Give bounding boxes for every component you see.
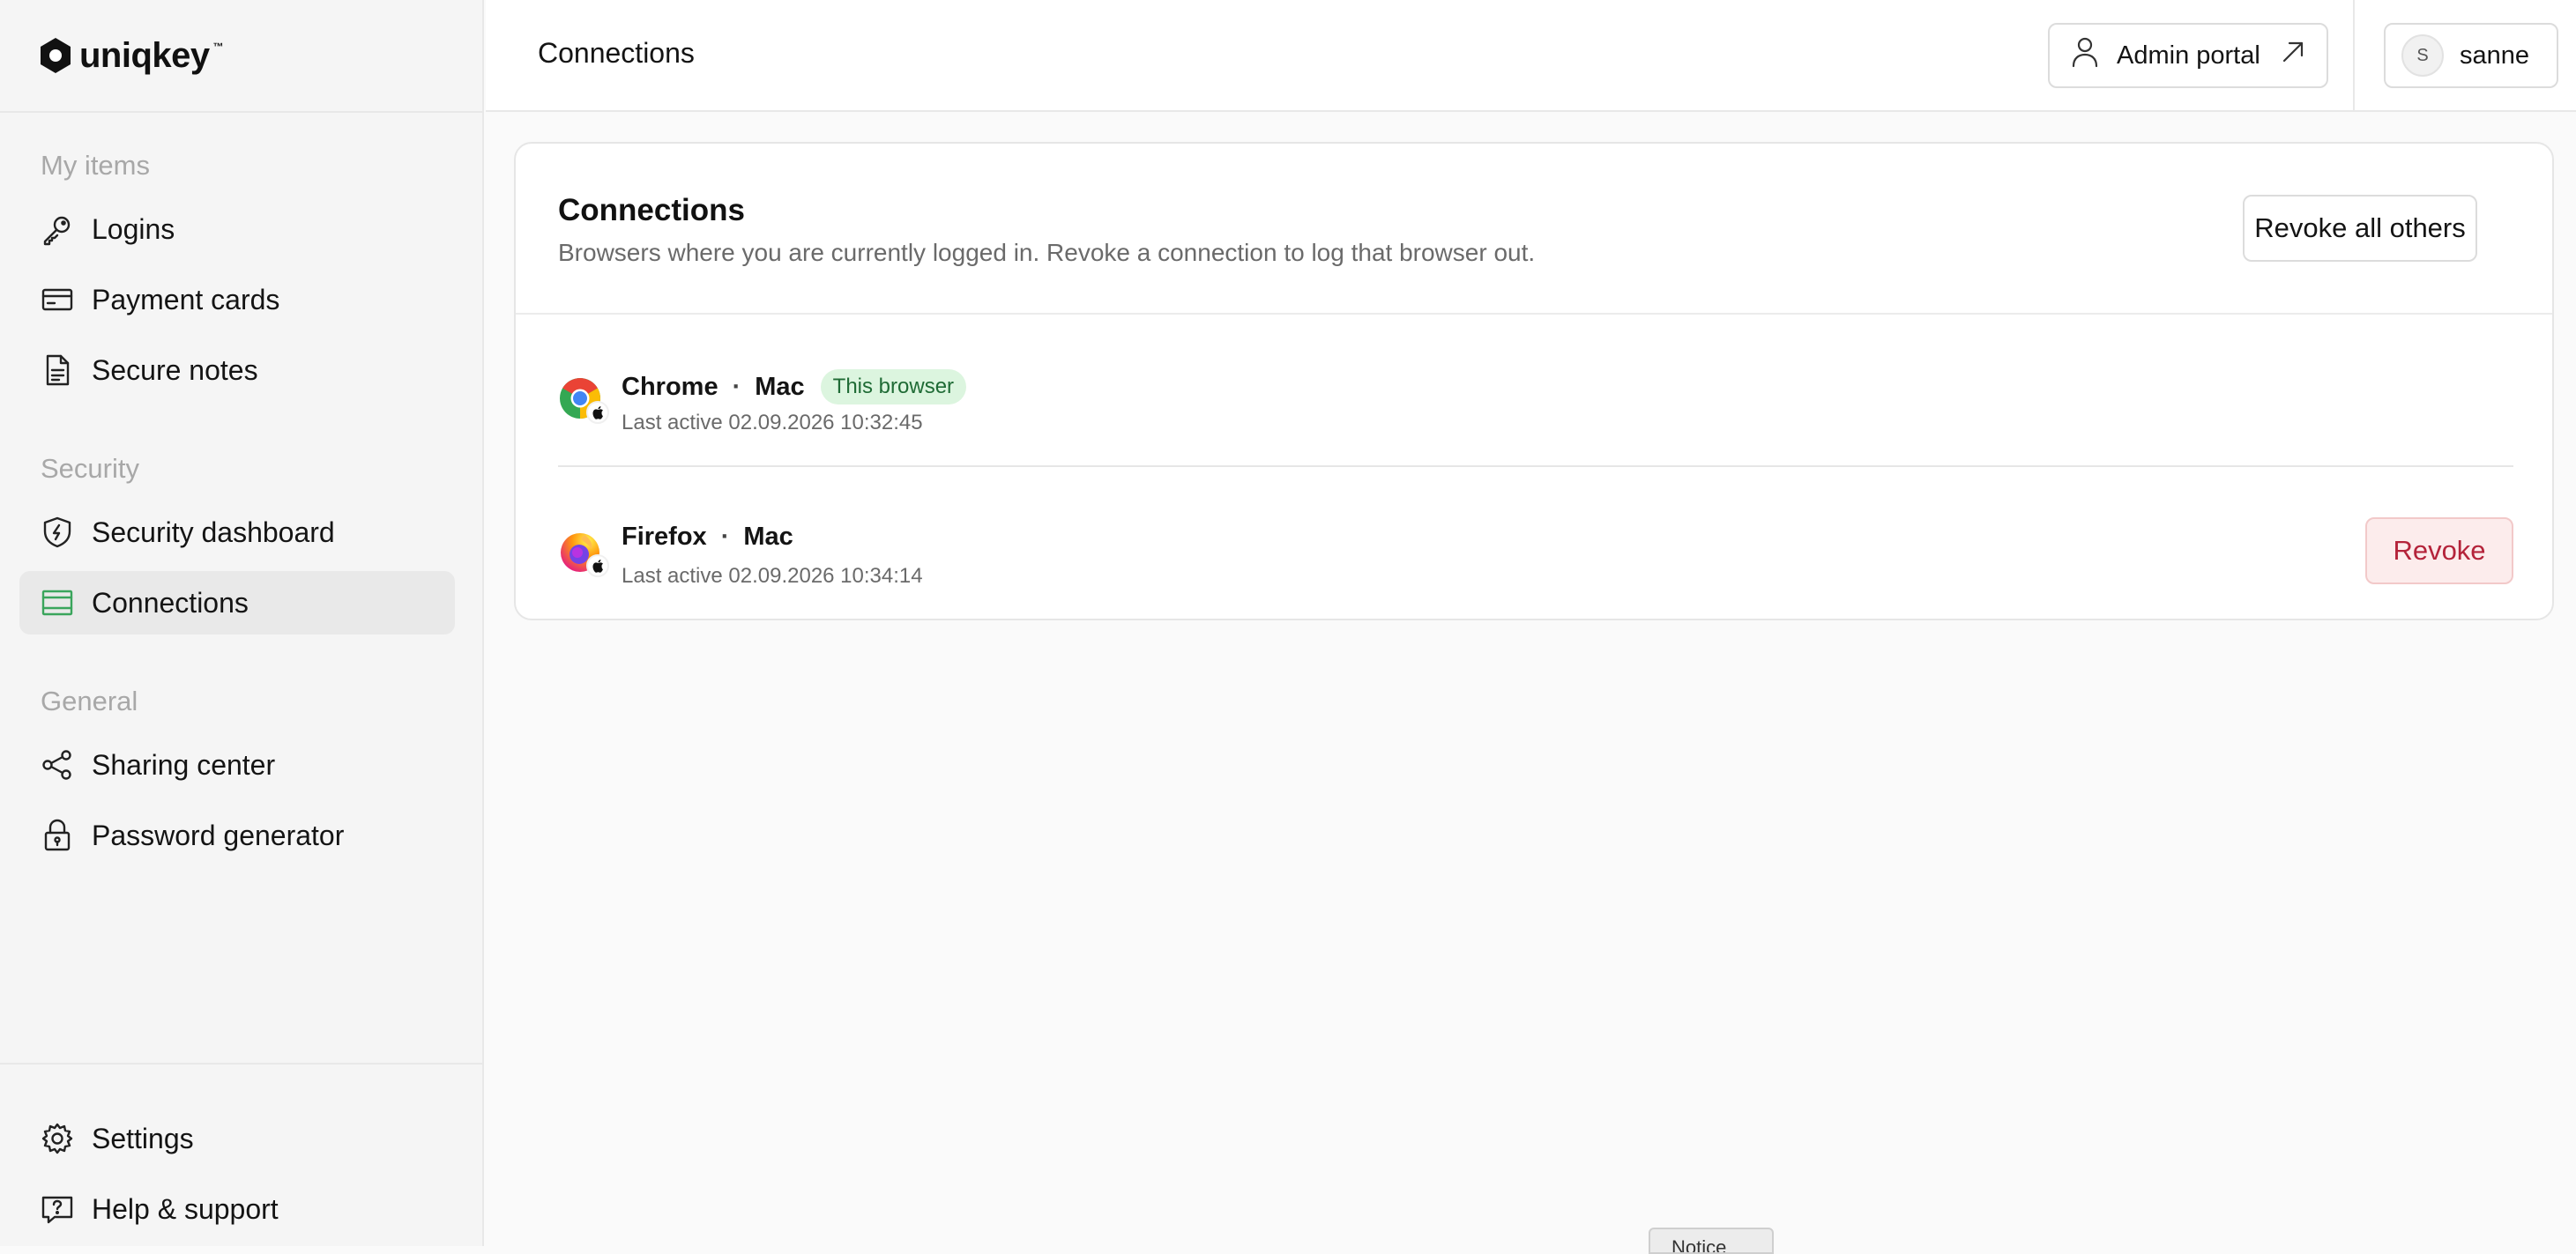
- header-divider: [2353, 0, 2355, 112]
- sidebar-item-payment-cards[interactable]: Payment cards: [19, 268, 455, 331]
- sidebar-item-label: Logins: [92, 212, 175, 245]
- connections-card: Connections Browsers where you are curre…: [514, 142, 2554, 620]
- os-name: Mac: [755, 372, 805, 401]
- sidebar-item-label: Payment cards: [92, 283, 280, 315]
- revoke-button[interactable]: Revoke: [2365, 517, 2513, 584]
- page-title: Connections: [538, 37, 695, 69]
- sidebar-item-help-support[interactable]: Help & support: [19, 1177, 455, 1241]
- sidebar-item-settings[interactable]: Settings: [19, 1107, 455, 1170]
- card-title: Connections: [558, 193, 745, 227]
- apple-icon: [586, 401, 609, 424]
- admin-portal-button[interactable]: Admin portal: [2048, 23, 2328, 88]
- sidebar-item-secure-notes[interactable]: Secure notes: [19, 338, 455, 402]
- shield-icon: [41, 516, 74, 549]
- sidebar-item-sharing-center[interactable]: Sharing center: [19, 733, 455, 797]
- sidebar-item-label: Sharing center: [92, 748, 276, 781]
- top-header: Connections Admin portal S sanne: [486, 0, 2576, 112]
- connection-row: Firefox · Mac Last active 02.09.2026 10:…: [558, 500, 2513, 605]
- sidebar-item-logins[interactable]: Logins: [19, 197, 455, 261]
- browser-name: Chrome: [622, 372, 718, 401]
- section-label-general: General: [41, 686, 138, 716]
- sidebar-item-security-dashboard[interactable]: Security dashboard: [19, 501, 455, 564]
- row-divider: [558, 465, 2513, 467]
- sidebar-item-password-generator[interactable]: Password generator: [19, 804, 455, 867]
- this-browser-badge: This browser: [820, 369, 967, 404]
- user-menu-button[interactable]: S sanne: [2384, 23, 2558, 88]
- connections-icon: [41, 586, 74, 620]
- logo-hex-icon: [41, 38, 71, 73]
- sidebar-item-connections[interactable]: Connections: [19, 571, 455, 634]
- help-chat-icon: [41, 1192, 74, 1226]
- sidebar-item-label: Secure notes: [92, 353, 258, 386]
- apple-icon: [586, 554, 609, 577]
- os-name: Mac: [743, 523, 793, 551]
- section-label-security: Security: [41, 453, 139, 484]
- external-arrow-icon: [2281, 40, 2305, 71]
- share-icon: [41, 748, 74, 782]
- sidebar-item-label: Security dashboard: [92, 516, 335, 548]
- admin-portal-label: Admin portal: [2117, 41, 2260, 70]
- lock-icon: [41, 819, 74, 852]
- credit-card-icon: [41, 283, 74, 316]
- connection-row: Chrome · Mac This browser Last active 02…: [558, 346, 2513, 452]
- logo-trademark: ™: [212, 41, 224, 53]
- last-active-text: Last active 02.09.2026 10:32:45: [622, 411, 923, 434]
- toast-notification[interactable]: Notice: [1649, 1228, 1774, 1254]
- separator: ·: [720, 523, 730, 551]
- user-name: sanne: [2460, 41, 2530, 70]
- sidebar-divider: [0, 111, 484, 113]
- key-icon: [41, 212, 74, 246]
- user-icon: [2071, 36, 2099, 75]
- sidebar-divider: [0, 1063, 484, 1065]
- connection-title: Chrome · Mac This browser: [622, 369, 967, 404]
- section-label-my-items: My items: [41, 150, 150, 181]
- document-icon: [41, 353, 74, 387]
- logo-text: uniqkey: [79, 35, 210, 75]
- card-divider: [516, 313, 2552, 315]
- sidebar-item-label: Help & support: [92, 1192, 279, 1225]
- last-active-text: Last active 02.09.2026 10:34:14: [622, 564, 923, 588]
- avatar: S: [2401, 34, 2444, 77]
- gear-icon: [41, 1122, 74, 1155]
- sidebar-item-label: Password generator: [92, 819, 345, 851]
- sidebar: uniqkey ™ My items Logins Payment cards: [0, 0, 484, 1246]
- uniqkey-logo[interactable]: uniqkey ™: [39, 32, 224, 79]
- browser-name: Firefox: [622, 523, 707, 551]
- sidebar-item-label: Settings: [92, 1122, 194, 1154]
- revoke-all-others-button[interactable]: Revoke all others: [2243, 195, 2477, 262]
- connection-title: Firefox · Mac: [622, 523, 793, 552]
- card-subtitle: Browsers where you are currently logged …: [558, 239, 1536, 266]
- sidebar-item-label: Connections: [92, 586, 249, 619]
- separator: ·: [732, 372, 741, 401]
